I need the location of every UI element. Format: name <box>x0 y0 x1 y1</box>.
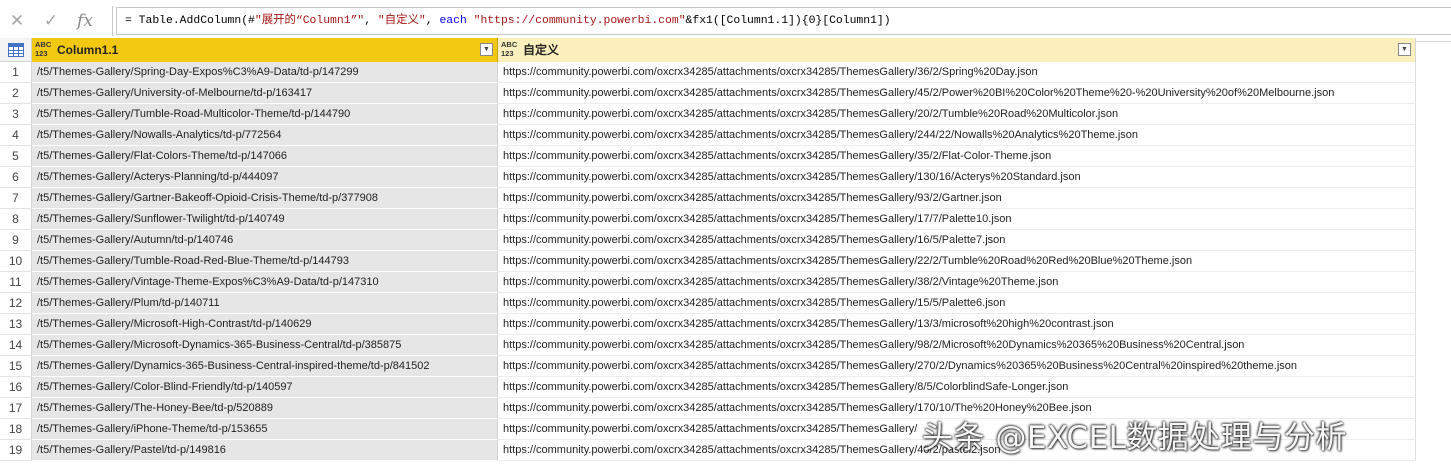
cell-column1-1[interactable]: /t5/Themes-Gallery/Autumn/td-p/140746 <box>32 230 498 251</box>
table-row[interactable]: 9/t5/Themes-Gallery/Autumn/td-p/140746 ht… <box>0 230 1416 251</box>
cell-custom[interactable]: https://community.powerbi.com/oxcrx34285… <box>498 251 1416 272</box>
table-row[interactable]: 11/t5/Themes-Gallery/Vintage-Theme-Expos… <box>0 272 1416 293</box>
column-header-label: Column1.1 <box>57 43 119 57</box>
cell-custom[interactable]: https://community.powerbi.com/oxcrx34285… <box>498 293 1416 314</box>
cancel-icon[interactable]: ✕ <box>0 7 34 35</box>
table-row[interactable]: 4/t5/Themes-Gallery/Nowalls-Analytics/td… <box>0 125 1416 146</box>
row-number[interactable]: 13 <box>0 314 32 335</box>
row-number[interactable]: 12 <box>0 293 32 314</box>
row-number[interactable]: 14 <box>0 335 32 356</box>
cell-column1-1[interactable]: /t5/Themes-Gallery/Microsoft-Dynamics-36… <box>32 335 498 356</box>
cell-custom[interactable]: https://community.powerbi.com/oxcrx34285… <box>498 209 1416 230</box>
row-number[interactable]: 18 <box>0 419 32 440</box>
column-header-custom[interactable]: ABC 123 自定义 ▼ <box>498 38 1416 62</box>
row-number[interactable]: 3 <box>0 104 32 125</box>
cell-custom[interactable]: https://community.powerbi.com/oxcrx34285… <box>498 335 1416 356</box>
table-row[interactable]: 5/t5/Themes-Gallery/Flat-Colors-Theme/td… <box>0 146 1416 167</box>
table-icon <box>7 42 24 57</box>
table-row[interactable]: 3/t5/Themes-Gallery/Tumble-Road-Multicol… <box>0 104 1416 125</box>
watermark: 头条 @EXCEL数据处理与分析 <box>922 420 1347 456</box>
column-header-label: 自定义 <box>523 43 560 57</box>
text-type-icon[interactable]: ABC 123 <box>35 40 53 58</box>
formula-bar-buttons: ✕ ✓ fx <box>0 6 112 36</box>
row-number[interactable]: 16 <box>0 377 32 398</box>
row-number[interactable]: 9 <box>0 230 32 251</box>
row-number[interactable]: 11 <box>0 272 32 293</box>
cell-column1-1[interactable]: /t5/Themes-Gallery/Color-Blind-Friendly/… <box>32 377 498 398</box>
cell-column1-1[interactable]: /t5/Themes-Gallery/Microsoft-High-Contra… <box>32 314 498 335</box>
table-row[interactable]: 1/t5/Themes-Gallery/Spring-Day-Expos%C3%… <box>0 62 1416 83</box>
column-header-column1-1[interactable]: ABC 123 Column1.1 ▼ <box>32 38 498 62</box>
cell-column1-1[interactable]: /t5/Themes-Gallery/Pastel/td-p/149816 <box>32 440 498 461</box>
row-number[interactable]: 5 <box>0 146 32 167</box>
table-row[interactable]: 2/t5/Themes-Gallery/University-of-Melbou… <box>0 83 1416 104</box>
cell-custom[interactable]: https://community.powerbi.com/oxcrx34285… <box>498 272 1416 293</box>
table-row[interactable]: 7/t5/Themes-Gallery/Gartner-Bakeoff-Opio… <box>0 188 1416 209</box>
cell-custom[interactable]: https://community.powerbi.com/oxcrx34285… <box>498 125 1416 146</box>
cell-column1-1[interactable]: /t5/Themes-Gallery/Sunflower-Twilight/td… <box>32 209 498 230</box>
cell-column1-1[interactable]: /t5/Themes-Gallery/The-Honey-Bee/td-p/52… <box>32 398 498 419</box>
filter-dropdown-icon[interactable]: ▼ <box>480 43 493 56</box>
row-number[interactable]: 17 <box>0 398 32 419</box>
cell-custom[interactable]: https://community.powerbi.com/oxcrx34285… <box>498 377 1416 398</box>
formula-token <box>467 15 474 27</box>
cell-custom[interactable]: https://community.powerbi.com/oxcrx34285… <box>498 104 1416 125</box>
table-row[interactable]: 12/t5/Themes-Gallery/Plum/td-p/140711 htt… <box>0 293 1416 314</box>
formula-token: = Table.AddColumn(# <box>125 15 255 27</box>
formula-token: "https://community.powerbi.com" <box>473 15 686 27</box>
row-number[interactable]: 7 <box>0 188 32 209</box>
cell-custom[interactable]: https://community.powerbi.com/oxcrx34285… <box>498 314 1416 335</box>
text-type-icon[interactable]: ABC 123 <box>501 40 519 58</box>
cell-custom[interactable]: https://community.powerbi.com/oxcrx34285… <box>498 356 1416 377</box>
table-row[interactable]: 6/t5/Themes-Gallery/Acterys-Planning/td-… <box>0 167 1416 188</box>
cell-column1-1[interactable]: /t5/Themes-Gallery/Dynamics-365-Business… <box>32 356 498 377</box>
row-number[interactable]: 1 <box>0 62 32 83</box>
cell-custom[interactable]: https://community.powerbi.com/oxcrx34285… <box>498 146 1416 167</box>
cell-column1-1[interactable]: /t5/Themes-Gallery/Tumble-Road-Multicolo… <box>32 104 498 125</box>
formula-token: each <box>439 15 467 27</box>
table-row[interactable]: 10/t5/Themes-Gallery/Tumble-Road-Red-Blu… <box>0 251 1416 272</box>
formula-input[interactable]: = Table.AddColumn(#"展开的“Column1”", "自定义"… <box>116 7 1451 35</box>
row-number[interactable]: 4 <box>0 125 32 146</box>
cell-custom[interactable]: https://community.powerbi.com/oxcrx34285… <box>498 62 1416 83</box>
row-number[interactable]: 2 <box>0 83 32 104</box>
row-number[interactable]: 19 <box>0 440 32 461</box>
cell-column1-1[interactable]: /t5/Themes-Gallery/Flat-Colors-Theme/td-… <box>32 146 498 167</box>
table-row[interactable]: 13/t5/Themes-Gallery/Microsoft-High-Cont… <box>0 314 1416 335</box>
cell-column1-1[interactable]: /t5/Themes-Gallery/Nowalls-Analytics/td-… <box>32 125 498 146</box>
table-row[interactable]: 8/t5/Themes-Gallery/Sunflower-Twilight/t… <box>0 209 1416 230</box>
formula-bar-divider <box>112 6 113 36</box>
table-row[interactable]: 16/t5/Themes-Gallery/Color-Blind-Friendl… <box>0 377 1416 398</box>
cell-column1-1[interactable]: /t5/Themes-Gallery/Acterys-Planning/td-p… <box>32 167 498 188</box>
cell-custom[interactable]: https://community.powerbi.com/oxcrx34285… <box>498 83 1416 104</box>
formula-token: &fx1([Column1.1]){0}[Column1]) <box>685 15 891 27</box>
cell-custom[interactable]: https://community.powerbi.com/oxcrx34285… <box>498 230 1416 251</box>
cell-column1-1[interactable]: /t5/Themes-Gallery/Plum/td-p/140711 <box>32 293 498 314</box>
row-number[interactable]: 10 <box>0 251 32 272</box>
cell-custom[interactable]: https://community.powerbi.com/oxcrx34285… <box>498 188 1416 209</box>
formula-token: "展开的“Column1”" <box>254 15 365 27</box>
cell-column1-1[interactable]: /t5/Themes-Gallery/University-of-Melbour… <box>32 83 498 104</box>
row-number[interactable]: 15 <box>0 356 32 377</box>
fx-icon[interactable]: fx <box>68 7 102 35</box>
formula-token: , <box>425 15 440 27</box>
cell-custom[interactable]: https://community.powerbi.com/oxcrx34285… <box>498 167 1416 188</box>
table-menu-button[interactable] <box>0 38 32 62</box>
filter-dropdown-icon[interactable]: ▼ <box>1398 43 1411 56</box>
cell-column1-1[interactable]: /t5/Themes-Gallery/Spring-Day-Expos%C3%A… <box>32 62 498 83</box>
confirm-icon[interactable]: ✓ <box>34 7 68 35</box>
row-number[interactable]: 8 <box>0 209 32 230</box>
cell-column1-1[interactable]: /t5/Themes-Gallery/Gartner-Bakeoff-Opioi… <box>32 188 498 209</box>
formula-token: , <box>364 15 378 27</box>
table-row[interactable]: 15/t5/Themes-Gallery/Dynamics-365-Busine… <box>0 356 1416 377</box>
cell-column1-1[interactable]: /t5/Themes-Gallery/iPhone-Theme/td-p/153… <box>32 419 498 440</box>
row-number[interactable]: 6 <box>0 167 32 188</box>
table-row[interactable]: 14/t5/Themes-Gallery/Microsoft-Dynamics-… <box>0 335 1416 356</box>
cell-column1-1[interactable]: /t5/Themes-Gallery/Vintage-Theme-Expos%C… <box>32 272 498 293</box>
formula-bar: ✕ ✓ fx = Table.AddColumn(#"展开的“Column1”"… <box>0 0 1451 42</box>
cell-column1-1[interactable]: /t5/Themes-Gallery/Tumble-Road-Red-Blue-… <box>32 251 498 272</box>
formula-token: "自定义" <box>377 15 426 27</box>
